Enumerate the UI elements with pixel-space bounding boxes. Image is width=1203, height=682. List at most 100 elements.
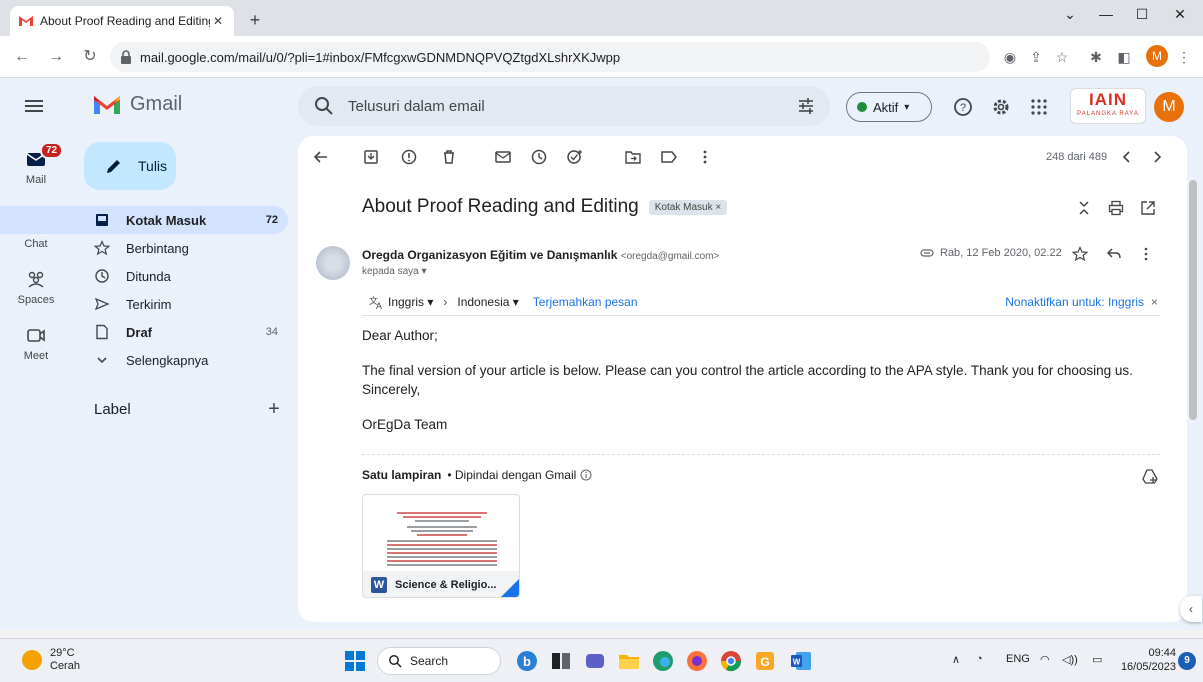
tray-chevron-icon[interactable]: ∧ — [952, 653, 960, 666]
eye-icon[interactable]: ◉ — [1000, 47, 1020, 67]
info-icon[interactable] — [580, 469, 592, 481]
translate-to-select[interactable]: Indonesia ▾ — [457, 295, 518, 309]
disable-translate-link[interactable]: Nonaktifkan untuk: Inggris — [1005, 295, 1144, 309]
add-to-drive-icon[interactable] — [1142, 468, 1158, 484]
chrome-icon[interactable] — [718, 648, 744, 674]
print-icon[interactable] — [1108, 200, 1124, 216]
system-clock[interactable]: 09:44 16/05/2023 — [1116, 646, 1176, 674]
maximize-button[interactable]: ☐ — [1122, 6, 1162, 23]
report-spam-icon[interactable] — [400, 148, 418, 166]
sidebar-item-sent[interactable]: Terkirim — [0, 290, 288, 318]
label-tag-icon[interactable] — [660, 148, 678, 166]
mark-unread-icon[interactable] — [494, 148, 512, 166]
snooze-clock-icon[interactable] — [530, 148, 548, 166]
background-window-strip — [0, 630, 1203, 638]
taskbar-search[interactable]: Search — [377, 647, 501, 675]
browser-tab[interactable]: About Proof Reading and Editing ✕ — [10, 6, 234, 36]
open-new-window-icon[interactable] — [1140, 200, 1156, 216]
tab-close-icon[interactable]: ✕ — [210, 13, 226, 29]
sidebar-item-snoozed[interactable]: Ditunda — [0, 262, 288, 290]
browser-menu-icon[interactable]: ⋮ — [1174, 47, 1194, 67]
star-message-icon[interactable] — [1072, 246, 1088, 262]
back-button[interactable]: ← — [12, 47, 32, 67]
notification-badge[interactable]: 9 — [1178, 652, 1196, 670]
edge-browser-icon[interactable] — [650, 648, 676, 674]
message-view: 248 dari 489 About Proof Reading and Edi… — [298, 136, 1187, 622]
file-explorer-icon[interactable] — [616, 648, 642, 674]
account-avatar[interactable]: M — [1154, 92, 1184, 122]
page-scrollbar[interactable] — [1187, 180, 1199, 600]
compose-button[interactable]: Tulis — [84, 142, 176, 190]
attachment-footer: W Science & Religio... — [363, 571, 519, 597]
attachment-card[interactable]: W Science & Religio... — [362, 494, 520, 598]
help-icon[interactable]: ? — [952, 96, 974, 118]
sidebar-item-starred[interactable]: Berbintang — [0, 234, 288, 262]
weather-widget[interactable]: 29°C Cerah — [22, 647, 80, 673]
bing-app-icon[interactable]: b — [514, 648, 540, 674]
forward-button[interactable]: → — [46, 47, 66, 67]
status-dropdown[interactable]: Aktif ▾ — [846, 92, 932, 122]
rail-mail[interactable]: 72 Mail — [0, 142, 72, 186]
teams-chat-icon[interactable] — [582, 648, 608, 674]
copilot-tray-icon[interactable]: ◔ — [976, 653, 983, 665]
settings-gear-icon[interactable] — [990, 96, 1012, 118]
extensions-icon[interactable]: ✱ — [1086, 47, 1106, 67]
word-app-icon[interactable]: W — [788, 648, 814, 674]
main-menu-icon[interactable] — [22, 94, 46, 118]
reply-icon[interactable] — [1106, 246, 1122, 262]
newer-chevron-left-icon[interactable] — [1118, 148, 1136, 166]
side-panel-icon[interactable]: ◧ — [1114, 47, 1134, 67]
reload-button[interactable]: ↻ — [80, 47, 100, 67]
task-view-icon[interactable] — [548, 648, 574, 674]
mail-unread-badge: 72 — [40, 142, 64, 159]
sender-name[interactable]: Oregda Organizasyon Eğitim ve Danışmanlı… — [362, 248, 617, 262]
firefox-icon[interactable] — [684, 648, 710, 674]
search-icon — [315, 97, 333, 115]
add-task-icon[interactable] — [566, 148, 584, 166]
minimize-button[interactable]: — — [1086, 6, 1126, 22]
green-app-icon[interactable]: G — [752, 648, 778, 674]
back-arrow-icon[interactable] — [312, 148, 330, 166]
collapse-all-icon[interactable] — [1076, 200, 1092, 216]
omnibox[interactable]: mail.google.com/mail/u/0/?pli=1#inbox/FM… — [110, 42, 990, 72]
bookmark-star-icon[interactable]: ☆ — [1052, 47, 1072, 67]
inbox-label-chip[interactable]: Kotak Masuk × — [648, 199, 728, 215]
browser-profile-avatar[interactable]: M — [1146, 45, 1168, 67]
document-preview-thumbnail — [387, 512, 497, 566]
battery-icon[interactable]: ▭ — [1092, 653, 1102, 666]
message-more-icon[interactable] — [1138, 246, 1154, 262]
close-translate-icon[interactable]: × — [1151, 295, 1158, 309]
close-window-button[interactable]: ✕ — [1160, 6, 1200, 23]
translate-message-link[interactable]: Terjemahkan pesan — [533, 295, 638, 309]
volume-icon[interactable]: ◁)) — [1062, 653, 1078, 666]
sidebar-item-label: Berbintang — [126, 240, 189, 256]
search-options-icon[interactable] — [796, 96, 816, 116]
windows-start-icon[interactable] — [342, 648, 368, 674]
older-chevron-right-icon[interactable] — [1148, 148, 1166, 166]
delete-trash-icon[interactable] — [440, 148, 458, 166]
sidebar-item-inbox[interactable]: Kotak Masuk 72 — [0, 206, 288, 234]
subject-row: About Proof Reading and Editing Kotak Ma… — [362, 196, 728, 218]
sidebar-item-more[interactable]: Selengkapnya — [0, 346, 288, 374]
more-vert-icon[interactable] — [696, 148, 714, 166]
recipient-toggle[interactable]: kepada saya ▾ — [362, 266, 427, 277]
share-icon[interactable]: ⇪ — [1026, 47, 1046, 67]
attachment-clip-icon — [920, 249, 934, 257]
org-logo[interactable]: IAIN PALANGKA RAYA — [1070, 88, 1146, 124]
archive-icon[interactable] — [362, 148, 380, 166]
sender-avatar[interactable] — [316, 246, 350, 280]
scrollbar-thumb[interactable] — [1189, 180, 1197, 420]
move-to-icon[interactable] — [624, 148, 642, 166]
add-label-button[interactable]: + — [264, 398, 284, 421]
translate-from-select[interactable]: Inggris ▾ — [388, 295, 433, 309]
apps-grid-icon[interactable] — [1028, 96, 1050, 118]
sidebar-item-label: Selengkapnya — [126, 352, 209, 368]
wifi-icon[interactable]: ◠ — [1040, 653, 1050, 666]
tab-search-chevron-icon[interactable]: ⌄ — [1050, 6, 1090, 23]
search-bar[interactable]: Telusuri dalam email — [298, 86, 830, 126]
input-language[interactable]: ENG — [1006, 653, 1030, 665]
sidebar-item-drafts[interactable]: Draf 34 — [0, 318, 288, 346]
side-panel-toggle[interactable]: ‹ — [1180, 596, 1202, 622]
new-tab-button[interactable]: + — [244, 10, 266, 31]
gmail-logo[interactable]: Gmail — [92, 92, 182, 116]
